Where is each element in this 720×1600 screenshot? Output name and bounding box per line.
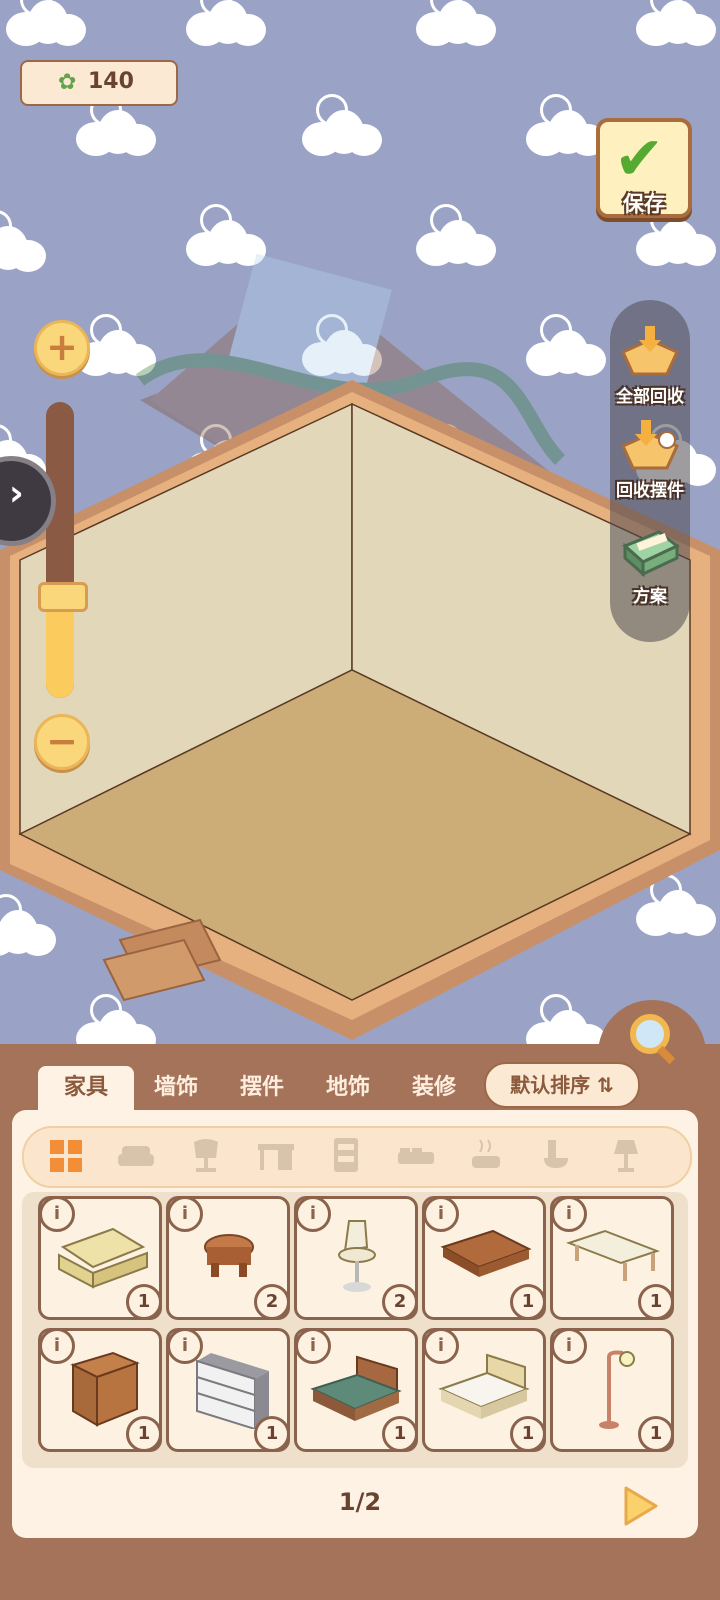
recycle-all-label: 全部回收 <box>616 387 684 407</box>
zoom-slider-handle[interactable] <box>38 582 88 613</box>
info-icon[interactable]: i <box>39 1196 75 1232</box>
blueprint-icon <box>622 530 680 578</box>
item-count-badge: 2 <box>382 1284 418 1320</box>
tab-wall-decor[interactable]: 墙饰 <box>128 1066 224 1110</box>
recycle-ornament-label: 回收摆件 <box>616 481 684 501</box>
sofa-icon[interactable] <box>116 1136 156 1176</box>
next-page-button[interactable] <box>620 1484 660 1528</box>
info-icon[interactable]: i <box>423 1196 459 1232</box>
blueprint-button[interactable]: 方案 <box>604 524 696 607</box>
save-button[interactable]: ✔ 保存 <box>596 118 692 218</box>
cloud-decoration <box>0 0 90 50</box>
round-stool-item-icon <box>204 1234 254 1277</box>
item-count-badge: 1 <box>510 1416 546 1452</box>
sort-button[interactable]: 默认排序 ⇅ <box>484 1062 640 1108</box>
item-card-floor-lamp[interactable]: i 1 <box>550 1328 674 1452</box>
white-bed-item-icon <box>438 1353 530 1419</box>
zoom-slider-track[interactable] <box>46 402 74 698</box>
info-icon[interactable]: i <box>167 1196 203 1232</box>
wood-cabinet-item-icon <box>70 1351 140 1427</box>
tab-floor-decor[interactable]: 地饰 <box>300 1066 396 1110</box>
item-count-badge: 2 <box>254 1284 290 1320</box>
cloud-decoration <box>410 0 500 50</box>
info-icon[interactable]: i <box>423 1328 459 1364</box>
item-count-badge: 1 <box>638 1284 674 1320</box>
drawer-chest-item-icon <box>196 1353 269 1429</box>
recycle-all-button[interactable]: 全部回收 <box>604 324 696 407</box>
cloud-decoration <box>70 94 160 160</box>
info-icon[interactable]: i <box>39 1328 75 1364</box>
desk-icon[interactable] <box>256 1136 296 1176</box>
bar-chair-item-icon <box>338 1220 376 1292</box>
green-bed-item-icon <box>310 1355 402 1421</box>
tab-renovation[interactable]: 装修 <box>386 1066 482 1110</box>
zoom-in-button[interactable]: + <box>34 320 90 376</box>
plus-icon: + <box>46 325 78 369</box>
item-card-drawer-chest[interactable]: i 1 <box>166 1328 290 1452</box>
lamp-icon[interactable] <box>606 1136 646 1176</box>
chevron-right-icon: › <box>9 473 24 514</box>
clover-icon: ✿ <box>58 70 77 95</box>
item-count-badge: 1 <box>126 1284 162 1320</box>
item-count-badge: 1 <box>638 1416 674 1452</box>
search-icon[interactable] <box>628 1012 682 1066</box>
sofa-item-icon <box>58 1227 148 1289</box>
cabinet-icon[interactable] <box>326 1136 366 1176</box>
cloud-decoration <box>296 94 386 160</box>
info-icon[interactable]: i <box>167 1328 203 1364</box>
item-card-round-stool[interactable]: i 2 <box>166 1196 290 1320</box>
recycle-ornament-button[interactable]: 回收摆件 <box>604 418 696 501</box>
coffee-table-item-icon <box>440 1229 532 1277</box>
info-icon[interactable]: i <box>551 1328 587 1364</box>
item-card-wood-cabinet[interactable]: i 1 <box>38 1328 162 1452</box>
toilet-icon[interactable] <box>536 1136 576 1176</box>
recycle-all-icon <box>621 326 679 376</box>
recycle-ornament-icon <box>621 420 679 470</box>
checkmark-icon: ✔ <box>614 124 665 194</box>
low-table-item-icon <box>566 1229 660 1281</box>
pot-icon[interactable] <box>466 1136 506 1176</box>
item-card-bar-chair[interactable]: i 2 <box>294 1196 418 1320</box>
zoom-out-button[interactable]: − <box>34 714 90 770</box>
item-card-low-table[interactable]: i 1 <box>550 1196 674 1320</box>
save-label: 保存 <box>623 192 665 216</box>
side-action-panel: 全部回收 回收摆件 方案 <box>610 300 690 642</box>
chair-icon[interactable] <box>186 1136 226 1176</box>
currency-display: ✿ 140 <box>20 60 178 106</box>
blueprint-label: 方案 <box>633 587 667 607</box>
tab-ornament[interactable]: 摆件 <box>214 1066 310 1110</box>
item-card-green-bed[interactable]: i 1 <box>294 1328 418 1452</box>
item-count-badge: 1 <box>254 1416 290 1452</box>
info-icon[interactable]: i <box>295 1328 331 1364</box>
grid-all-icon[interactable] <box>46 1136 86 1176</box>
cloud-decoration <box>180 0 270 50</box>
info-icon[interactable]: i <box>551 1196 587 1232</box>
cloud-decoration <box>630 0 720 50</box>
item-count-badge: 1 <box>510 1284 546 1320</box>
currency-amount: 140 <box>88 69 134 94</box>
page-indicator: 1/2 <box>338 1488 382 1516</box>
minus-icon: − <box>46 719 78 763</box>
tab-furniture[interactable]: 家具 <box>38 1066 134 1116</box>
bed-icon[interactable] <box>396 1136 436 1176</box>
item-count-badge: 1 <box>382 1416 418 1452</box>
item-card-sofa[interactable]: i 1 <box>38 1196 162 1320</box>
item-card-white-bed[interactable]: i 1 <box>422 1328 546 1452</box>
floor-lamp-item-icon <box>599 1350 635 1429</box>
info-icon[interactable]: i <box>295 1196 331 1232</box>
item-card-coffee-table[interactable]: i 1 <box>422 1196 546 1320</box>
item-count-badge: 1 <box>126 1416 162 1452</box>
